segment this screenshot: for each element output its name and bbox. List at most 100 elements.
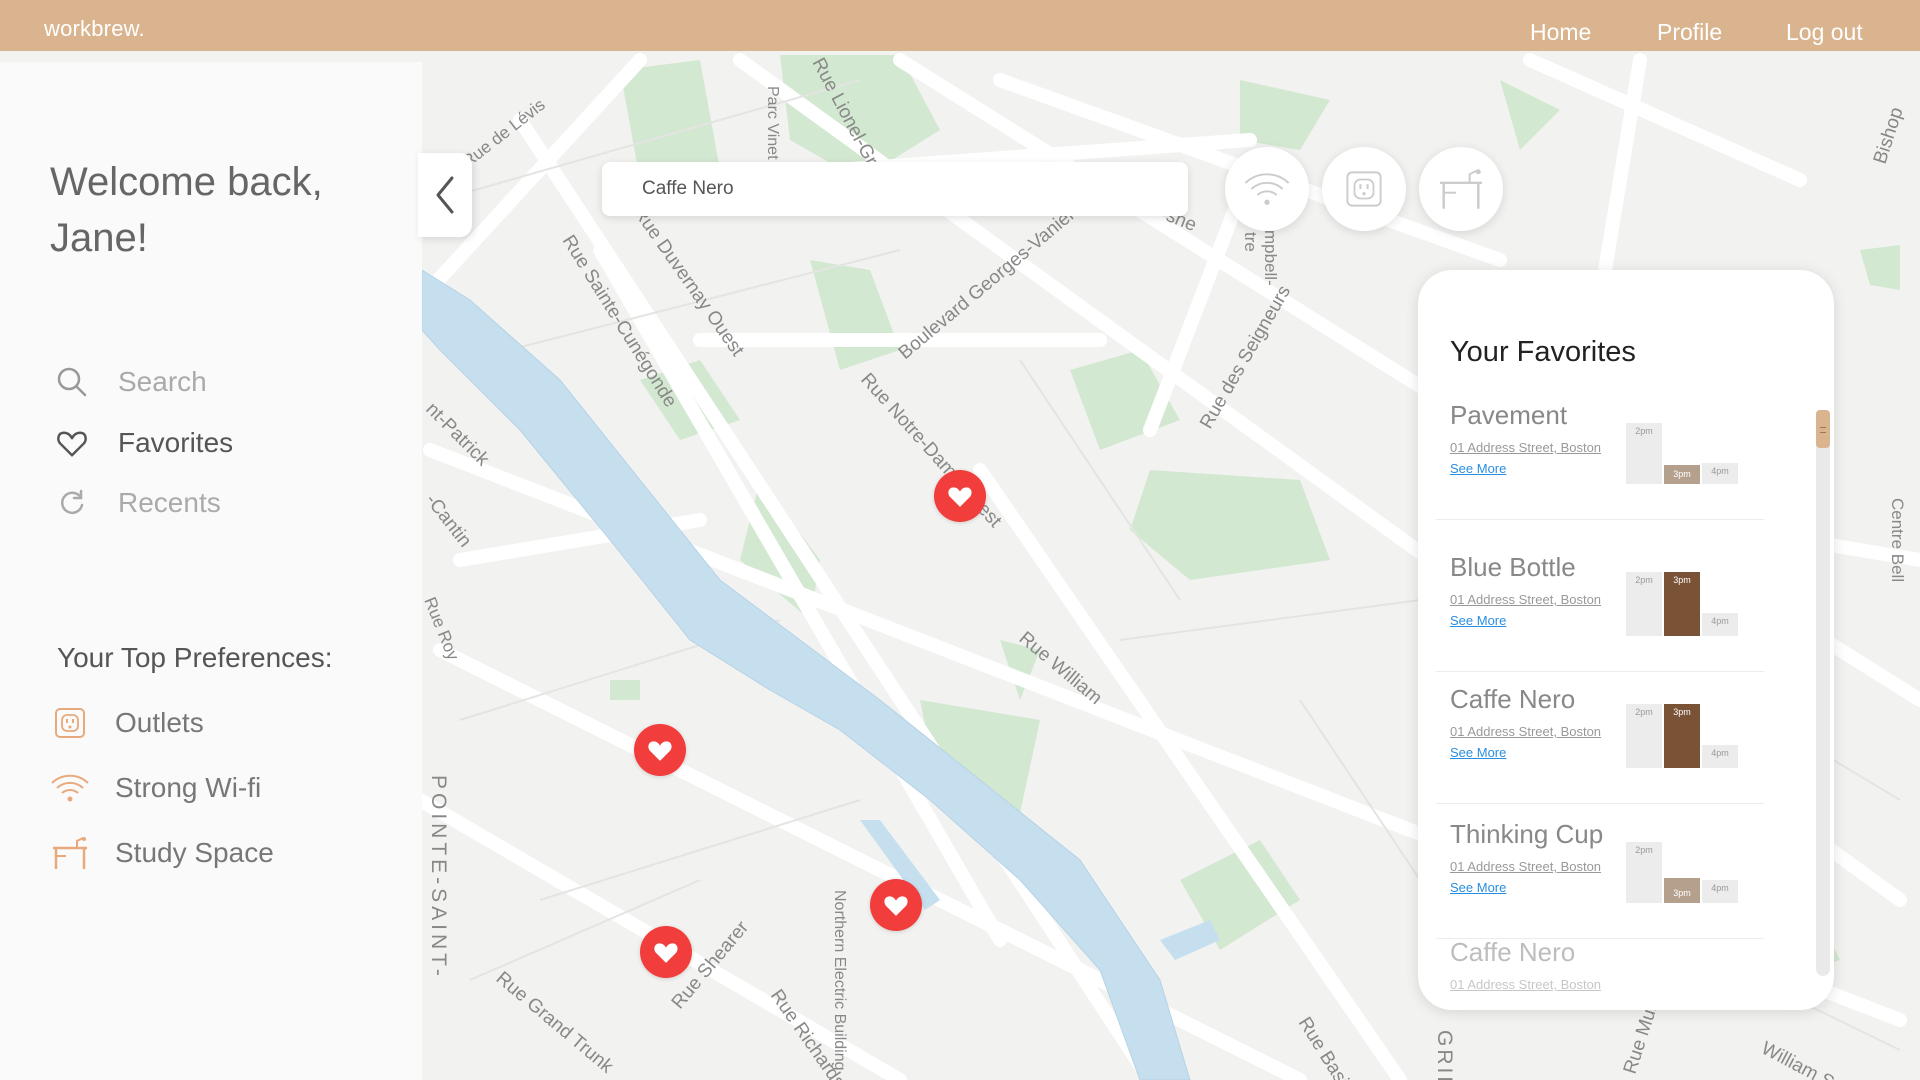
busyness-chart: 2pm 3pm 4pm: [1626, 560, 1738, 636]
divider: [1436, 519, 1764, 520]
nav-home-link[interactable]: Home: [1530, 19, 1591, 46]
chart-label-4pm: 4pm: [1711, 616, 1729, 626]
brand-logo[interactable]: workbrew.: [44, 16, 145, 42]
desk-icon: [1440, 169, 1482, 209]
see-more-link[interactable]: See More: [1450, 461, 1506, 476]
pref-item-outlets: Outlets: [48, 703, 368, 743]
favorite-item[interactable]: Blue Bottle 01 Address Street, Boston Se…: [1436, 552, 1764, 672]
chart-bar-2pm: 2pm: [1626, 423, 1662, 484]
see-more-link[interactable]: See More: [1450, 880, 1506, 895]
pref-item-study-space: Study Space: [48, 833, 368, 873]
busyness-chart: 2pm 3pm 4pm: [1626, 692, 1738, 768]
top-bar: workbrew. Home Profile Log out: [0, 0, 1920, 51]
favorites-scrollbar[interactable]: [1816, 410, 1830, 976]
chart-label-3pm: 3pm: [1673, 707, 1691, 717]
chart-label-3pm: 3pm: [1673, 469, 1691, 479]
see-more-link[interactable]: See More: [1450, 613, 1506, 628]
outlet-icon: [48, 703, 92, 743]
chart-bar-3pm: 3pm: [1664, 465, 1700, 484]
map-label-tre: tre: [1241, 232, 1260, 252]
pref-label-study-space: Study Space: [115, 837, 274, 868]
nav-logout-link[interactable]: Log out: [1786, 19, 1863, 46]
menu-label-search: Search: [118, 366, 207, 397]
chart-label-3pm: 3pm: [1673, 888, 1691, 898]
heart-outline-icon: [52, 423, 92, 463]
menu-item-search[interactable]: Search: [52, 362, 352, 402]
chart-bar-4pm: 4pm: [1702, 745, 1738, 768]
heart-icon: [654, 943, 678, 963]
map-label-pointe-saint: POINTE-SAINT-: [427, 775, 450, 980]
divider: [1436, 803, 1764, 804]
chart-bar-2pm: 2pm: [1626, 842, 1662, 903]
chart-bar-2pm: 2pm: [1626, 704, 1662, 768]
chart-label-4pm: 4pm: [1711, 748, 1729, 758]
menu-label-favorites: Favorites: [118, 427, 234, 458]
chart-label-2pm: 2pm: [1635, 426, 1653, 436]
favorite-address[interactable]: 01 Address Street, Boston: [1450, 592, 1601, 607]
refresh-icon: [52, 483, 92, 523]
desk-icon: [48, 833, 92, 873]
chart-bar-3pm: 3pm: [1664, 572, 1700, 636]
search-icon: [52, 362, 92, 402]
outlet-icon: [1346, 171, 1382, 207]
chart-label-2pm: 2pm: [1635, 575, 1653, 585]
favorite-item[interactable]: Caffe Nero 01 Address Street, Boston: [1436, 937, 1764, 1010]
chart-bar-2pm: 2pm: [1626, 572, 1662, 636]
favorite-address[interactable]: 01 Address Street, Boston: [1450, 724, 1601, 739]
wifi-icon: [48, 768, 92, 808]
heart-icon: [884, 896, 908, 916]
chart-label-4pm: 4pm: [1711, 466, 1729, 476]
favorite-map-pin[interactable]: [640, 926, 692, 978]
search-bar[interactable]: [602, 162, 1188, 216]
chart-label-3pm: 3pm: [1673, 575, 1691, 585]
favorites-list[interactable]: Pavement 01 Address Street, Boston See M…: [1418, 400, 1788, 1010]
favorite-map-pin[interactable]: [934, 470, 986, 522]
see-more-link[interactable]: See More: [1450, 745, 1506, 760]
menu-item-favorites[interactable]: Favorites: [52, 423, 352, 463]
map-label-centre-bell: Centre Bell: [1888, 498, 1907, 582]
favorite-address[interactable]: 01 Address Street, Boston: [1450, 859, 1601, 874]
chart-label-4pm: 4pm: [1711, 883, 1729, 893]
welcome-heading: Welcome back, Jane!: [50, 160, 323, 260]
divider: [1436, 671, 1764, 672]
favorite-map-pin[interactable]: [870, 879, 922, 931]
filter-study-space-button[interactable]: [1419, 147, 1503, 231]
favorite-name: Pavement: [1450, 400, 1568, 430]
heart-icon: [948, 487, 972, 507]
pref-label-outlets: Outlets: [115, 707, 204, 738]
chart-label-2pm: 2pm: [1635, 707, 1653, 717]
favorite-item[interactable]: Thinking Cup 01 Address Street, Boston S…: [1436, 819, 1764, 939]
sidebar: Welcome back, Jane! Search Favorites Rec…: [0, 62, 422, 1080]
collapse-sidebar-button[interactable]: [418, 153, 472, 237]
chart-bar-3pm: 3pm: [1664, 878, 1700, 903]
heart-icon: [648, 741, 672, 761]
chart-bar-4pm: 4pm: [1702, 613, 1738, 636]
map-label-parc-vinet: Parc Vinet: [764, 86, 781, 160]
favorite-map-pin[interactable]: [634, 724, 686, 776]
favorite-name: Caffe Nero: [1450, 684, 1576, 714]
favorite-name: Caffe Nero: [1450, 937, 1576, 967]
map-label-grif: GRIF: [1433, 1030, 1456, 1080]
filter-outlet-button[interactable]: [1322, 147, 1406, 231]
favorite-address[interactable]: 01 Address Street, Boston: [1450, 977, 1601, 992]
menu-label-recents: Recents: [118, 487, 221, 518]
chart-label-2pm: 2pm: [1635, 845, 1653, 855]
favorite-item[interactable]: Pavement 01 Address Street, Boston See M…: [1436, 400, 1764, 520]
scrollbar-thumb[interactable]: [1816, 410, 1830, 448]
favorite-name: Thinking Cup: [1450, 819, 1604, 849]
map-label-northern-electric: Northern Electric Building: [831, 890, 848, 1071]
favorites-panel: Your Favorites Pavement 01 Address Stree…: [1418, 270, 1834, 1010]
busyness-chart: 2pm 3pm 4pm: [1626, 827, 1738, 903]
preferences-heading: Your Top Preferences:: [57, 642, 333, 673]
favorite-name: Blue Bottle: [1450, 552, 1576, 582]
search-input[interactable]: [642, 178, 1168, 200]
wifi-icon: [1244, 173, 1290, 205]
nav-profile-link[interactable]: Profile: [1657, 19, 1722, 46]
favorite-item[interactable]: Caffe Nero 01 Address Street, Boston See…: [1436, 684, 1764, 804]
chart-bar-3pm: 3pm: [1664, 704, 1700, 768]
filter-wifi-button[interactable]: [1225, 147, 1309, 231]
menu-item-recents[interactable]: Recents: [52, 483, 352, 523]
busyness-chart: 2pm 3pm 4pm: [1626, 408, 1738, 484]
favorite-address[interactable]: 01 Address Street, Boston: [1450, 440, 1601, 455]
pref-label-wifi: Strong Wi-fi: [115, 772, 262, 803]
